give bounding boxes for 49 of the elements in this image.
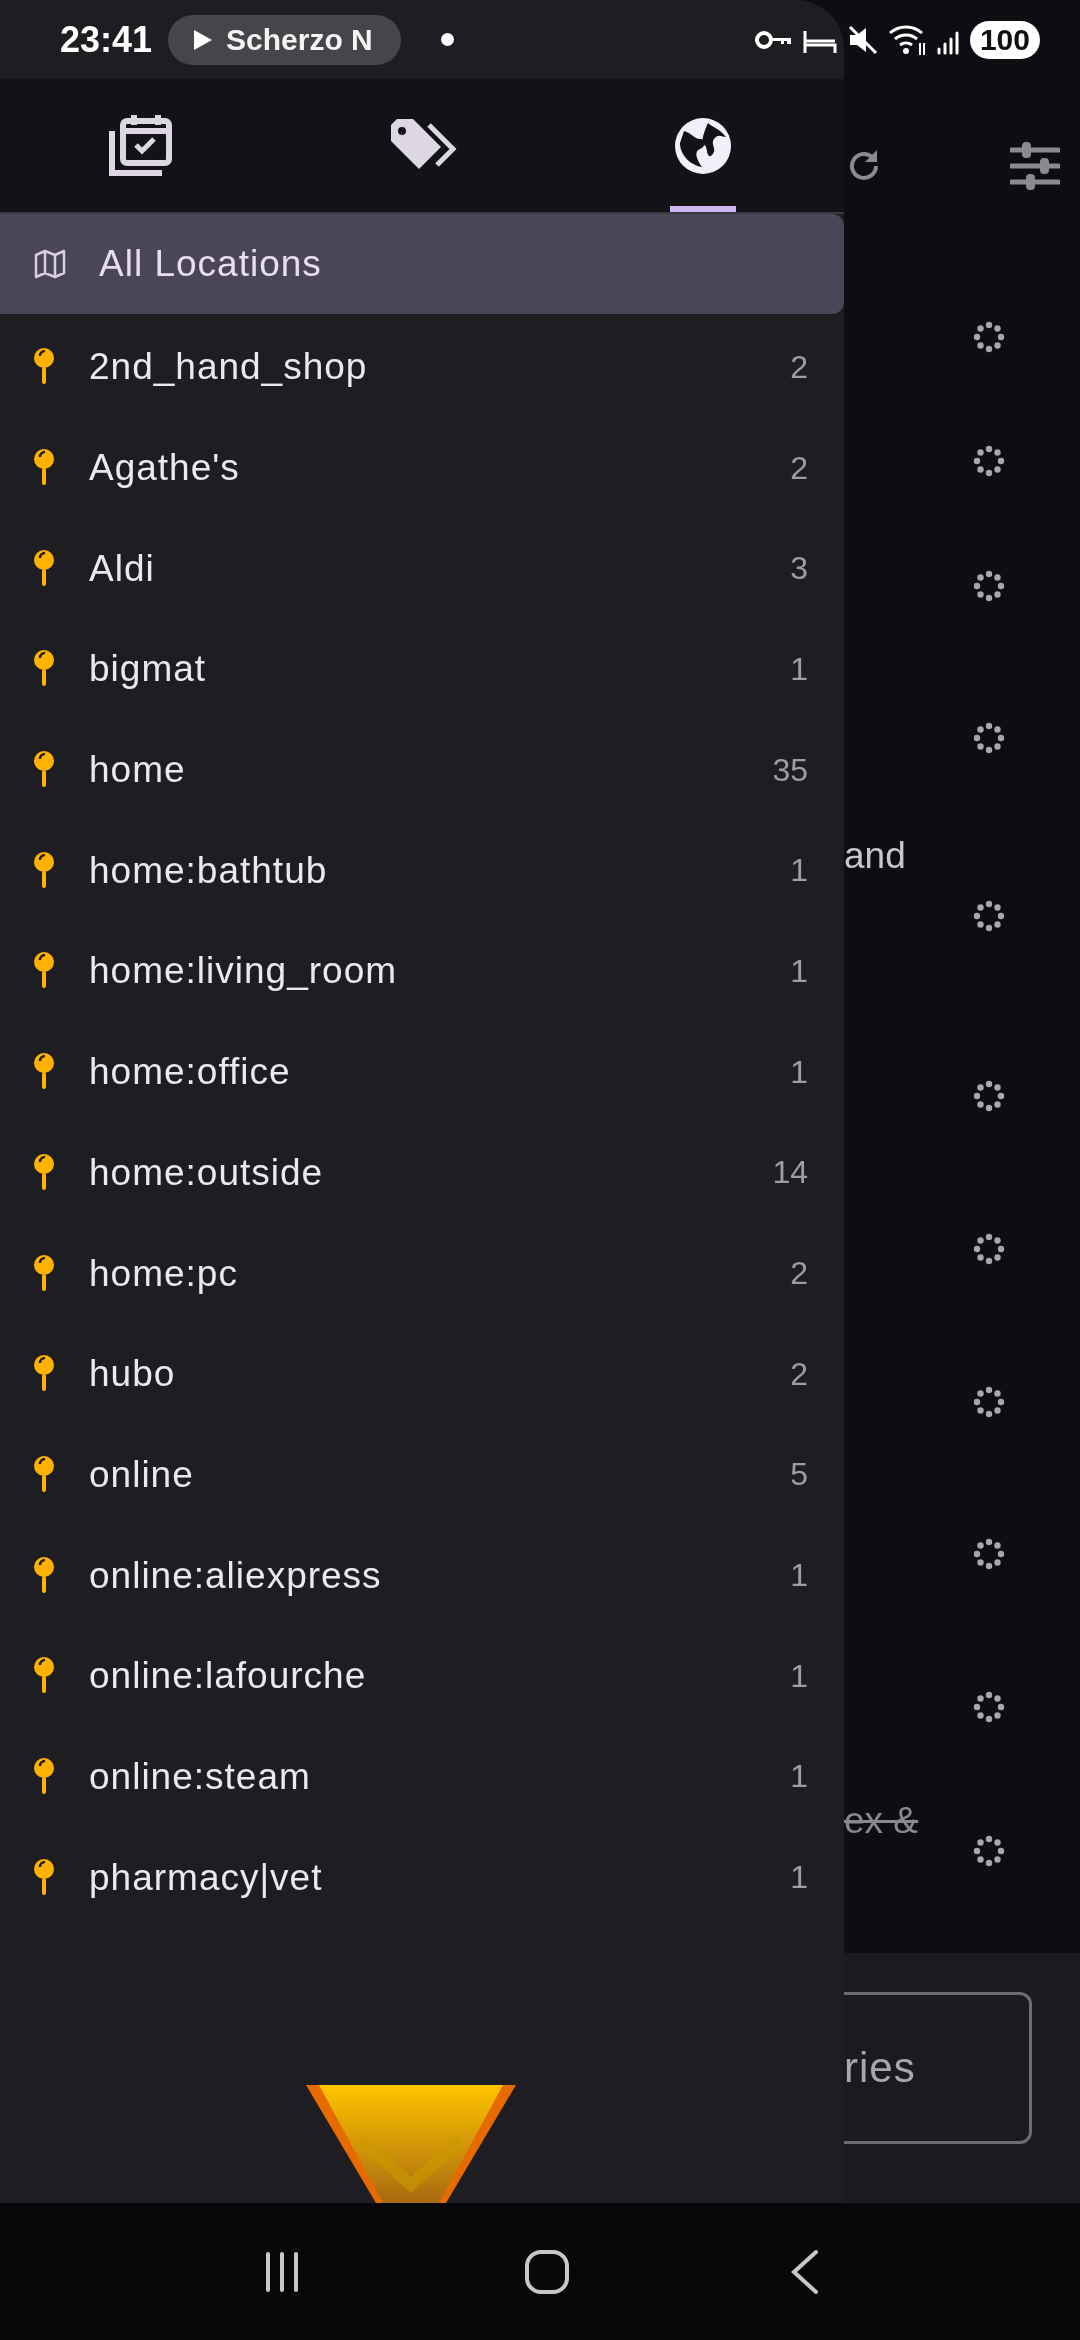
- media-chip[interactable]: Scherzo N: [168, 14, 401, 65]
- loading-spinner-icon: [973, 722, 1005, 754]
- pin-icon: [32, 1555, 56, 1596]
- map-icon: [33, 247, 67, 281]
- back-icon[interactable]: [790, 2247, 821, 2296]
- task-title: ex &: [844, 1800, 919, 1842]
- pin-icon: [32, 1253, 56, 1294]
- location-item[interactable]: home:outside 14: [0, 1122, 844, 1224]
- location-item[interactable]: home:living_room 1: [0, 921, 844, 1022]
- loading-spinner-icon: [973, 1538, 1005, 1570]
- loading-spinner-icon: [973, 900, 1005, 932]
- location-item[interactable]: hubo 2: [0, 1323, 844, 1425]
- outlined-button[interactable]: ries: [844, 1992, 1032, 2144]
- all-locations-item[interactable]: All Locations: [0, 214, 844, 314]
- pin-icon: [32, 1756, 56, 1797]
- pin-icon: [32, 1857, 56, 1898]
- location-item[interactable]: home:bathtub 1: [0, 820, 844, 922]
- location-item[interactable]: Agathe's 2: [0, 417, 844, 519]
- loading-spinner-icon: [973, 1233, 1005, 1265]
- loading-spinner-icon: [973, 445, 1005, 477]
- location-item[interactable]: 2nd_hand_shop 2: [0, 317, 844, 418]
- battery-level: 100: [969, 20, 1040, 59]
- loading-spinner-icon: [973, 570, 1005, 602]
- location-item[interactable]: home:office 1: [0, 1021, 844, 1123]
- location-item[interactable]: home 35: [0, 719, 844, 821]
- logo-icon: [306, 2085, 516, 2203]
- pin-icon: [32, 548, 56, 589]
- clock: 23:41: [60, 18, 153, 61]
- sliders-icon[interactable]: [1008, 141, 1062, 190]
- location-item[interactable]: pharmacy|vet 1: [0, 1827, 844, 1928]
- location-item[interactable]: Aldi 3: [0, 518, 844, 620]
- pin-icon: [32, 1152, 56, 1193]
- location-item[interactable]: online:lafourche 1: [0, 1625, 844, 1727]
- loading-spinner-icon: [973, 1080, 1005, 1112]
- pin-icon: [32, 1454, 56, 1495]
- location-item[interactable]: online 5: [0, 1424, 844, 1526]
- location-item[interactable]: online:steam 1: [0, 1726, 844, 1828]
- location-item[interactable]: bigmat 1: [0, 619, 844, 720]
- loading-spinner-icon: [973, 1691, 1005, 1723]
- loading-spinner-icon: [973, 1386, 1005, 1418]
- location-item[interactable]: online:aliexpress 1: [0, 1525, 844, 1626]
- home-icon[interactable]: [523, 2247, 571, 2296]
- pin-icon: [32, 850, 56, 891]
- location-item[interactable]: home:pc 2: [0, 1223, 844, 1324]
- loading-spinner-icon: [973, 1835, 1005, 1867]
- task-title: and: [844, 835, 906, 877]
- key-icon: [753, 28, 794, 51]
- wifi-icon: [887, 22, 928, 57]
- loading-spinner-icon: [973, 321, 1005, 353]
